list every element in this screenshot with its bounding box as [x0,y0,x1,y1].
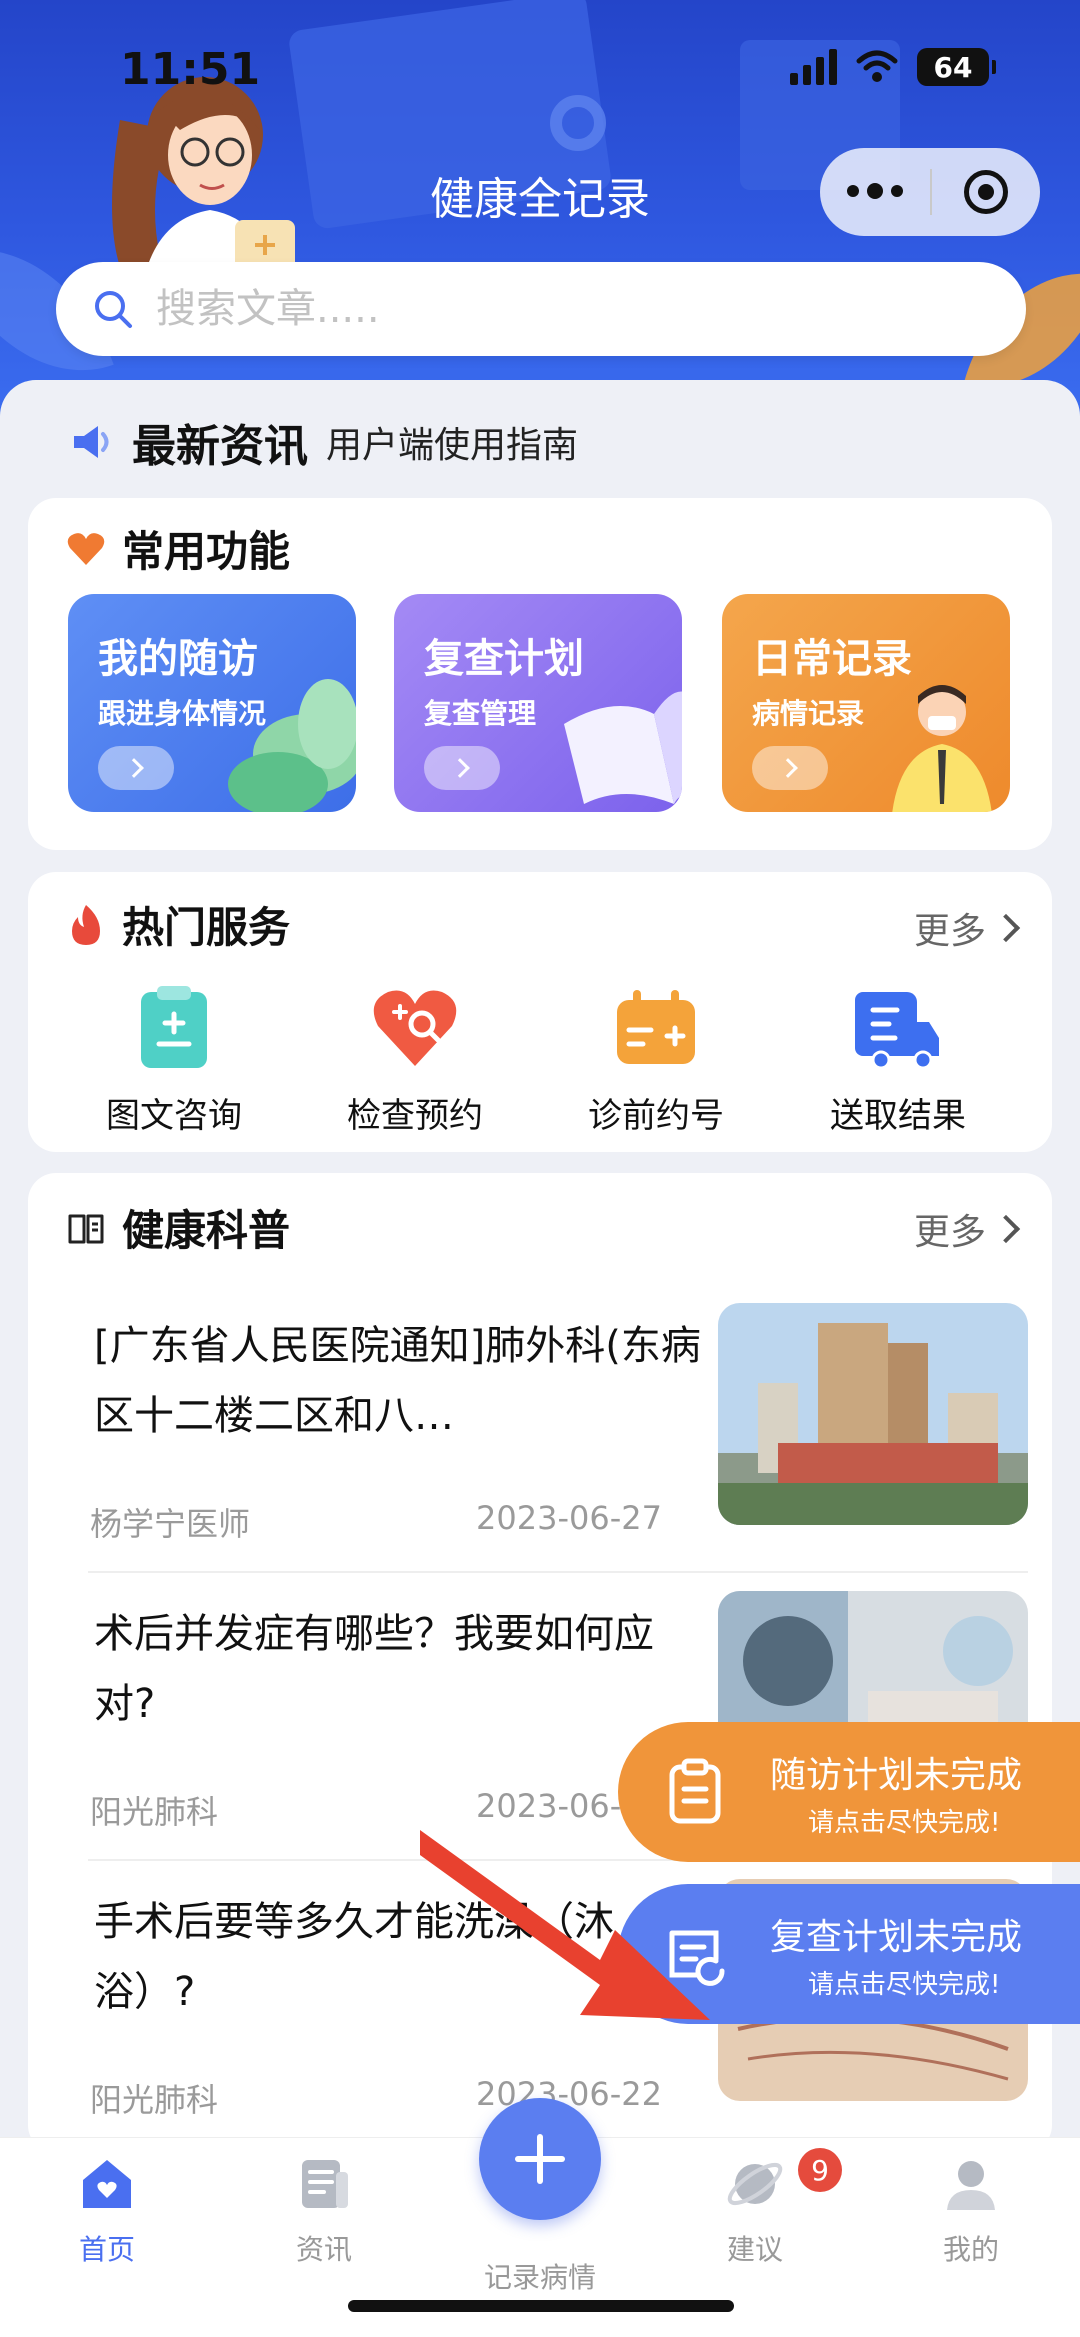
section-title: 健康科普 [66,1197,290,1258]
signal-icon [790,49,837,85]
news-text[interactable]: 用户端使用指南 [326,416,578,468]
arrow-right-icon [424,746,500,790]
user-icon [947,2161,995,2210]
home-indicator[interactable] [348,2300,734,2312]
delivery-truck-icon [855,992,939,1070]
section-title: 常用功能 [66,518,290,579]
article-title: 术后并发症有哪些？我要如何应对? [94,1611,654,1727]
func-daily-record[interactable]: 日常记录 病情记录 [722,594,1010,812]
planet-icon [727,2162,783,2206]
chevron-right-icon [991,913,1021,943]
service-consult[interactable]: 图文咨询 [74,982,274,1137]
red-arrow-annotation [420,1830,710,2020]
article-item[interactable]: [广东省人民医院通知]肺外科(东病区十二楼二区和八… 杨学宁医师 2023-06… [64,1303,1034,1591]
hot-services-more[interactable]: 更多 [914,902,1021,954]
article-date: 2023-06-27 [476,1499,662,1537]
battery-icon: 64 [917,48,996,86]
plant-icon [228,679,356,812]
section-title: 热门服务 [66,894,290,955]
hospital-building-image [718,1303,1028,1525]
wifi-icon [856,50,898,82]
heart-search-icon [373,990,457,1066]
tab-record-label[interactable]: 记录病情 [465,2248,615,2296]
notification-badge: 9 [798,2148,842,2192]
search-input[interactable] [156,286,956,332]
reminder-title: 随访计划未完成 [770,1754,1023,1796]
hot-services-card: 热门服务 更多 图文咨询 检查预约 诊前约号 送取结果 [28,872,1052,1152]
reminder-subtitle: 请点击尽快完成! [808,1969,1001,2000]
article-author: 阳光肺科 [90,1793,219,1831]
reminder-subtitle: 请点击尽快完成! [808,1807,1001,1838]
more-dots-icon[interactable] [820,183,930,199]
ticket-icon [617,990,695,1064]
speaker-icon [74,426,109,458]
status-time: 11:51 [120,44,261,95]
article-author: 杨学宁医师 [90,1505,251,1543]
func-my-followup[interactable]: 我的随访 跟进身体情况 [68,594,356,812]
article-title: [广东省人民医院通知]肺外科(东病区十二楼二区和八… [94,1323,701,1439]
ring-decoration [550,95,606,151]
tab-home[interactable]: 首页 [32,2152,182,2268]
tab-news[interactable]: 资讯 [249,2152,399,2268]
search-bar[interactable] [56,262,1026,356]
article-author: 阳光肺科 [90,2081,219,2119]
news-tag: 最新资讯 [132,421,308,472]
book-icon [564,691,682,804]
home-icon [83,2160,131,2208]
doctor-figure-icon [892,685,992,812]
tab-mine[interactable]: 我的 [896,2152,1046,2268]
func-review-plan[interactable]: 复查计划 复查管理 [394,594,682,812]
clipboard-icon [141,986,207,1068]
close-target-icon[interactable] [932,170,1040,214]
book-open-icon [68,1214,104,1243]
arrow-right-icon [98,746,174,790]
common-functions-card: 常用功能 我的随访 跟进身体情况 复查计划 复查管理 日常记录 病情记录 [28,498,1052,850]
service-pre-register[interactable]: 诊前约号 [556,982,756,1137]
reminder-title: 复查计划未完成 [770,1916,1023,1958]
arrow-right-icon [752,746,828,790]
news-icon [302,2160,348,2208]
news-bar[interactable]: 最新资讯 用户端使用指南 [70,410,578,474]
status-icons: 64 [790,48,996,86]
heart-icon [67,532,105,565]
flame-icon [72,904,100,945]
record-condition-button[interactable] [479,2098,601,2220]
search-icon [95,291,132,328]
service-exam-booking[interactable]: 检查预约 [315,982,515,1137]
mini-program-capsule [820,148,1040,236]
health-science-more[interactable]: 更多 [914,1203,1021,1255]
service-result-delivery[interactable]: 送取结果 [798,982,998,1137]
chevron-right-icon [991,1214,1021,1244]
